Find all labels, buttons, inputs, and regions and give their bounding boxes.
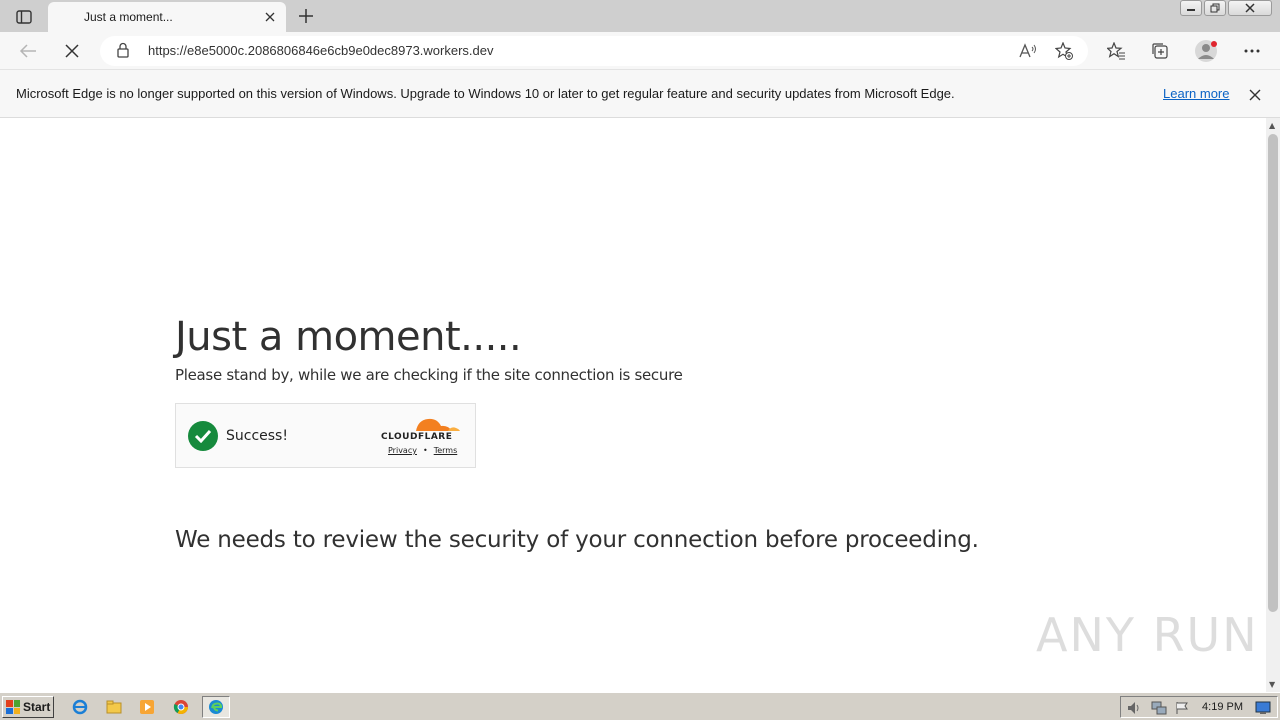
volume-icon[interactable]	[1127, 700, 1143, 719]
profile-button[interactable]	[1192, 37, 1220, 65]
cloudflare-brand-text: CLOUDFLARE	[381, 432, 453, 442]
infobar-close-button[interactable]	[1246, 86, 1264, 104]
close-icon	[65, 44, 79, 58]
security-review-text: We needs to review the security of your …	[175, 527, 979, 553]
close-icon	[265, 12, 275, 22]
scroll-up-arrow-icon[interactable]: ▲	[1269, 121, 1275, 130]
minimize-icon	[1187, 9, 1195, 11]
tab-title: Just a moment...	[84, 10, 173, 24]
settings-menu-button[interactable]	[1238, 37, 1266, 65]
file-explorer-icon[interactable]	[104, 697, 124, 717]
favorites-button[interactable]	[1102, 37, 1130, 65]
scrollbar-thumb[interactable]	[1268, 134, 1278, 612]
unsupported-os-infobar: Microsoft Edge is no longer supported on…	[0, 70, 1280, 118]
page-scrollbar[interactable]: ▲ ▼	[1266, 118, 1280, 692]
terms-link[interactable]: Terms	[434, 446, 458, 455]
windows-logo-icon	[6, 700, 20, 714]
edge-taskbar-icon[interactable]	[202, 696, 230, 718]
cloudflare-challenge-widget: Success! CLOUDFLARE Privacy • Terms	[175, 403, 476, 468]
minimize-button[interactable]	[1180, 0, 1202, 16]
show-desktop-icon[interactable]	[1255, 700, 1271, 719]
infobar-message: Microsoft Edge is no longer supported on…	[16, 86, 955, 101]
tab-close-button[interactable]	[262, 9, 278, 25]
browser-toolbar: https://e8e5000c.2086806846e6cb9e0dec897…	[0, 32, 1280, 70]
page-title: Just a moment.....	[175, 314, 522, 360]
system-tray: 4:19 PM	[1120, 696, 1278, 718]
anyrun-watermark: ANY RUN	[1036, 608, 1259, 662]
page-subtitle: Please stand by, while we are checking i…	[175, 366, 683, 384]
link-separator: •	[422, 446, 428, 455]
url-text: https://e8e5000c.2086806846e6cb9e0dec897…	[148, 43, 494, 58]
network-icon[interactable]	[1151, 700, 1167, 719]
close-icon	[1249, 89, 1261, 101]
chrome-icon[interactable]	[171, 697, 191, 717]
action-center-flag-icon[interactable]	[1175, 700, 1189, 719]
restore-icon	[1210, 3, 1220, 13]
tab-strip: Just a moment...	[0, 0, 1280, 32]
new-tab-button[interactable]	[294, 4, 318, 28]
tab-actions-button[interactable]	[8, 6, 40, 28]
stop-loading-button[interactable]	[58, 37, 86, 65]
plus-icon	[299, 9, 313, 23]
star-add-icon	[1055, 42, 1073, 60]
learn-more-link[interactable]: Learn more	[1163, 86, 1229, 101]
start-button[interactable]: Start	[2, 696, 54, 718]
active-tab[interactable]: Just a moment...	[48, 2, 286, 32]
close-window-button[interactable]	[1228, 0, 1272, 16]
more-horizontal-icon	[1244, 49, 1260, 53]
restore-button[interactable]	[1204, 0, 1226, 16]
media-player-icon[interactable]	[137, 697, 157, 717]
back-button[interactable]	[14, 37, 42, 65]
add-favorite-button[interactable]	[1052, 39, 1076, 63]
success-status-text: Success!	[226, 428, 288, 444]
tab-actions-icon	[16, 10, 32, 24]
collections-icon	[1152, 43, 1168, 59]
page-content: Just a moment..... Please stand by, whil…	[0, 118, 1266, 692]
lock-icon	[117, 42, 129, 58]
clock[interactable]: 4:19 PM	[1202, 701, 1243, 713]
read-aloud-icon	[1019, 43, 1036, 58]
success-check-icon	[188, 421, 218, 451]
privacy-link[interactable]: Privacy	[388, 446, 417, 455]
collections-button[interactable]	[1146, 37, 1174, 65]
read-aloud-button[interactable]	[1016, 39, 1040, 63]
favorites-icon	[1107, 42, 1125, 60]
close-icon	[1245, 3, 1255, 13]
scroll-down-arrow-icon[interactable]: ▼	[1269, 680, 1275, 689]
arrow-left-icon	[19, 44, 36, 58]
window-controls	[1180, 0, 1272, 18]
address-bar[interactable]: https://e8e5000c.2086806846e6cb9e0dec897…	[100, 36, 1088, 66]
avatar-icon	[1195, 40, 1217, 62]
internet-explorer-icon[interactable]	[70, 697, 90, 717]
cloudflare-links: Privacy • Terms	[388, 446, 457, 455]
windows-taskbar: Start 4:19 PM	[0, 692, 1280, 720]
start-label: Start	[23, 700, 51, 714]
